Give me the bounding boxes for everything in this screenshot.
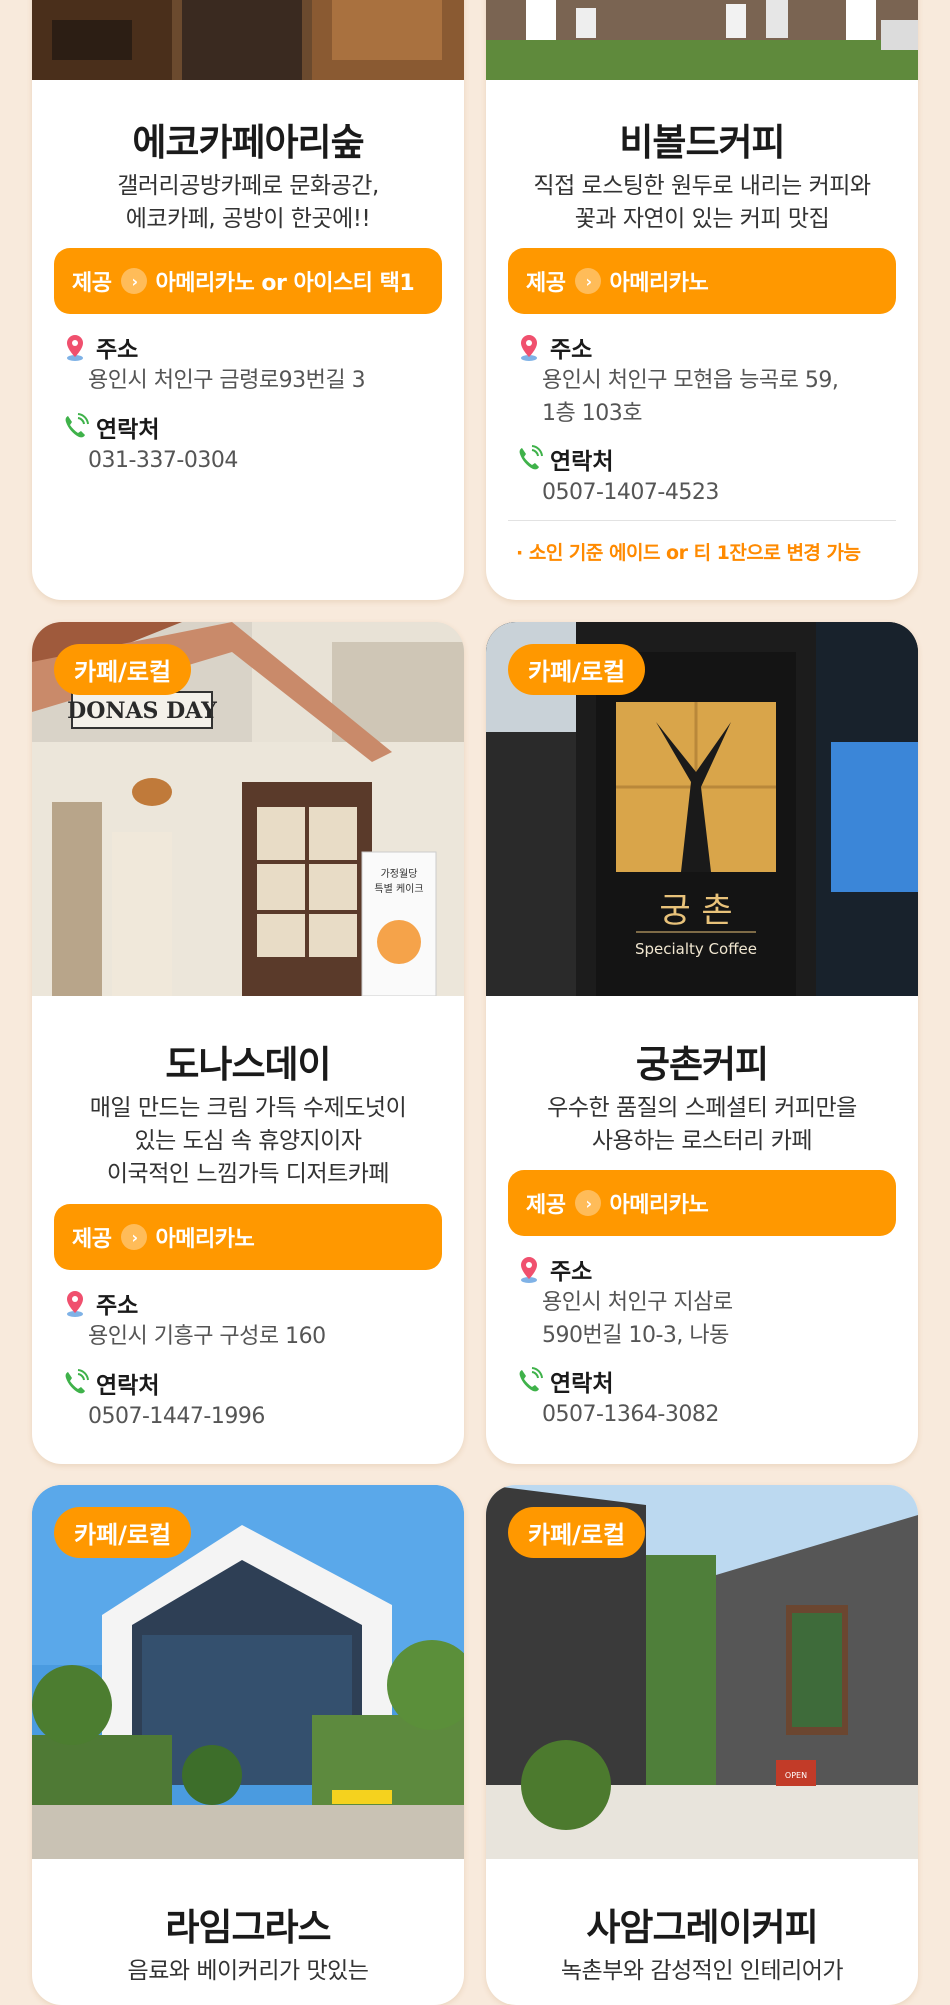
cafe-card-ecocafe[interactable]: 에코카페아리숲 갤러리공방카페로 문화공간, 에코카페, 공방이 한곳에!! 제… — [32, 0, 464, 600]
provide-banner: 제공 › 아메리카노 — [508, 1170, 896, 1236]
cafe-description: 직접 로스팅한 원두로 내리는 커피와 꽃과 자연이 있는 커피 맛집 — [533, 173, 871, 232]
cafe-card-saamgray[interactable]: OPEN 카페/로컬 사암그레이커피 녹촌부와 감성적인 인테리어가 — [486, 1485, 918, 2005]
cafe-card-limegrass[interactable]: 카페/로컬 라임그라스 음료와 베이커리가 맛있는 — [32, 1485, 464, 2005]
provide-banner: 제공 › 아메리카노 — [54, 1204, 442, 1270]
contact-label: 연락처 — [60, 1366, 159, 1400]
cafe-name: 궁촌커피 — [635, 1043, 769, 1086]
divider — [508, 520, 896, 521]
phone-icon — [65, 413, 89, 438]
cafe-card-gungchon[interactable]: 궁 촌 Specialty Coffee 카페/로컬 궁촌커피 우수한 품질의 … — [486, 622, 918, 1464]
cafe-card-donasday[interactable]: DONAS DAY 가정월당 특별 케이크 카페/로컬 도나스데이 매일 만드는… — [32, 622, 464, 1464]
cafe-description: 매일 만드는 크림 가득 수제도넛이 있는 도심 속 휴양지이자 이국적인 느낌… — [89, 1095, 407, 1187]
address-value: 용인시 처인구 금령로93번길 3 — [88, 368, 366, 393]
category-badge: 카페/로컬 — [508, 1507, 646, 1558]
contact-label: 연락처 — [60, 410, 159, 444]
category-badge: 카페/로컬 — [54, 644, 192, 695]
address-label: 주소 — [60, 1286, 138, 1320]
cafe-description: 녹촌부와 감성적인 인테리어가 — [560, 1958, 844, 1984]
sign-text: OPEN — [785, 1771, 807, 1780]
phone-value[interactable]: 0507-1447-1996 — [88, 1400, 265, 1433]
address-value: 용인시 처인구 모현읍 능곡로 59, 1층 103호 — [542, 368, 839, 426]
address-label: 주소 — [60, 330, 138, 364]
chevron-right-icon: › — [575, 268, 602, 294]
map-pin-icon — [521, 335, 537, 361]
provide-banner: 제공 › 아메리카노 — [508, 248, 896, 314]
chevron-right-icon: › — [121, 1224, 148, 1250]
chevron-right-icon: › — [575, 1190, 602, 1216]
phone-value[interactable]: 031-337-0304 — [88, 444, 238, 477]
banner-text-2: 특별 케이크 — [374, 883, 423, 895]
banner-text-1: 가정월당 — [381, 868, 418, 880]
phone-value[interactable]: 0507-1364-3082 — [542, 1398, 719, 1431]
cafe-photo — [486, 0, 918, 80]
address-label: 주소 — [514, 330, 592, 364]
chevron-right-icon: › — [121, 268, 148, 294]
map-pin-icon — [67, 1291, 83, 1317]
category-badge: 카페/로컬 — [54, 1507, 192, 1558]
cafe-photo — [32, 0, 464, 80]
phone-icon — [519, 445, 543, 470]
map-pin-icon — [521, 1257, 537, 1283]
cafe-description: 갤러리공방카페로 문화공간, 에코카페, 공방이 한곳에!! — [117, 173, 379, 232]
provide-banner: 제공 › 아메리카노 or 아이스티 택1 — [54, 248, 442, 314]
cafe-name: 비볼드커피 — [619, 121, 785, 164]
sign-korean: 궁 촌 — [659, 891, 732, 931]
cafe-description: 음료와 베이커리가 맛있는 — [127, 1958, 369, 1984]
category-badge: 카페/로컬 — [508, 644, 646, 695]
address-value: 용인시 기흥구 구성로 160 — [88, 1324, 326, 1349]
phone-icon — [65, 1369, 89, 1394]
address-value: 용인시 처인구 지삼로 590번길 10-3, 나동 — [542, 1290, 733, 1348]
contact-label: 연락처 — [514, 442, 613, 476]
map-pin-icon — [67, 335, 83, 361]
cafe-card-bebold[interactable]: 비볼드커피 직접 로스팅한 원두로 내리는 커피와 꽃과 자연이 있는 커피 맛… — [486, 0, 918, 600]
cafe-name: 사암그레이커피 — [586, 1906, 818, 1949]
phone-icon — [519, 1367, 543, 1392]
cafe-description: 우수한 품질의 스페셜티 커피만을 사용하는 로스터리 카페 — [547, 1095, 857, 1154]
sign-english: Specialty Coffee — [635, 940, 757, 958]
sign-text: DONAS DAY — [67, 698, 217, 724]
cafe-name: 라임그라스 — [165, 1906, 331, 1949]
cafe-name: 에코카페아리숲 — [132, 121, 364, 164]
address-label: 주소 — [514, 1252, 592, 1286]
cafe-name: 도나스데이 — [165, 1043, 331, 1086]
contact-label: 연락처 — [514, 1364, 613, 1398]
phone-value[interactable]: 0507-1407-4523 — [542, 476, 719, 509]
note-text: · 소인 기준 에이드 or 티 1잔으로 변경 가능 — [516, 542, 861, 564]
